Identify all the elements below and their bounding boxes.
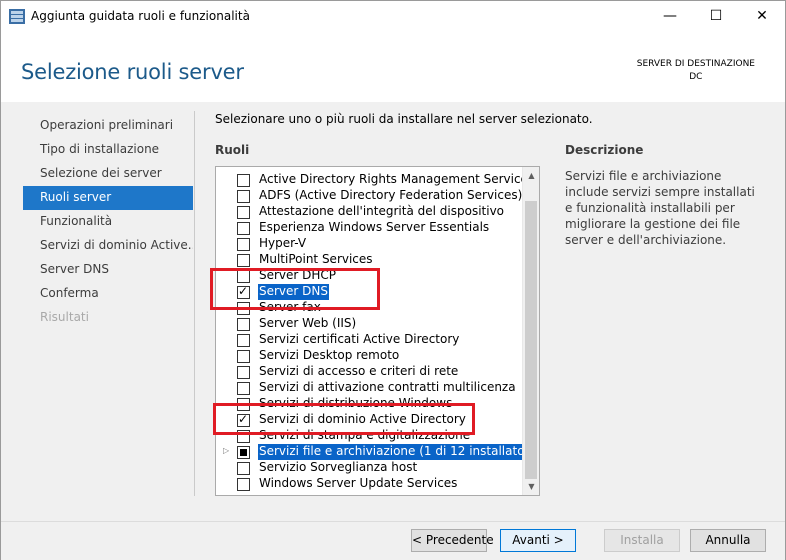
role-checkbox[interactable]	[237, 366, 250, 379]
highlight-server-dns	[210, 268, 380, 310]
description-text: Servizi file e archiviazione include ser…	[565, 169, 755, 247]
wizard-nav: Operazioni preliminari Tipo di installazi…	[23, 114, 193, 330]
role-label[interactable]: MultiPoint Services	[258, 252, 374, 268]
role-row[interactable]: Server Web (IIS)	[216, 316, 522, 332]
roles-list-box[interactable]: Active Directory Rights Management Servi…	[215, 166, 540, 496]
highlight-ad-ds	[213, 403, 475, 435]
role-row[interactable]: Servizi certificati Active Directory	[216, 332, 522, 348]
role-label[interactable]: ADFS (Active Directory Federation Servic…	[258, 188, 523, 204]
role-label[interactable]: Servizio Sorveglianza host	[258, 460, 418, 476]
nav-divider	[194, 111, 195, 496]
nav-item[interactable]: Servizi di dominio Active...	[23, 234, 193, 258]
wizard-window: Aggiunta guidata ruoli e funzionalità — …	[0, 0, 786, 560]
minimize-icon: —	[663, 8, 677, 24]
role-row[interactable]: Hyper-V	[216, 236, 522, 252]
nav-item[interactable]: Funzionalità	[23, 210, 193, 234]
role-row[interactable]: Servizio Sorveglianza host	[216, 460, 522, 476]
minimize-button[interactable]: —	[647, 1, 693, 31]
role-checkbox[interactable]	[237, 238, 250, 251]
role-checkbox[interactable]	[237, 478, 250, 491]
role-label[interactable]: Esperienza Windows Server Essentials	[258, 220, 490, 236]
role-row[interactable]: Servizi Desktop remoto	[216, 348, 522, 364]
cancel-button[interactable]: Annulla	[690, 529, 766, 552]
role-label[interactable]: Active Directory Rights Management Servi…	[258, 172, 535, 188]
next-button[interactable]: Avanti >	[500, 529, 576, 552]
install-button[interactable]: Installa	[604, 529, 680, 552]
role-checkbox[interactable]	[237, 222, 250, 235]
scroll-down-icon[interactable]: ▼	[523, 478, 539, 495]
role-checkbox[interactable]	[237, 318, 250, 331]
role-row[interactable]: Windows Server Update Services	[216, 476, 522, 492]
close-button[interactable]: ✕	[739, 1, 785, 31]
page-title: Selezione ruoli server	[21, 60, 244, 84]
role-checkbox[interactable]	[237, 190, 250, 203]
role-checkbox[interactable]	[237, 254, 250, 267]
destination-server-label: SERVER DI DESTINAZIONE	[636, 59, 755, 69]
nav-item[interactable]: Selezione dei server	[23, 162, 193, 186]
role-row[interactable]: Active Directory Rights Management Servi…	[216, 172, 534, 188]
title-bar[interactable]: Aggiunta guidata ruoli e funzionalità — …	[1, 1, 785, 32]
wizard-footer: < Precedente Avanti > Installa Annulla	[1, 521, 785, 560]
nav-item[interactable]: Ruoli server	[23, 186, 193, 210]
role-row[interactable]: Attestazione dell'integrità del disposit…	[216, 204, 522, 220]
role-row[interactable]: Esperienza Windows Server Essentials	[216, 220, 522, 236]
nav-item[interactable]: Server DNS	[23, 258, 193, 282]
role-row[interactable]: ADFS (Active Directory Federation Servic…	[216, 188, 522, 204]
wizard-header: Selezione ruoli server SERVER DI DESTINA…	[1, 32, 785, 102]
role-row[interactable]: Servizi di accesso e criteri di rete	[216, 364, 522, 380]
nav-item: Risultati	[40, 310, 89, 324]
destination-server-value: DC	[689, 72, 703, 82]
roles-list: Active Directory Rights Management Servi…	[216, 172, 538, 492]
maximize-icon: ☐	[709, 8, 723, 24]
role-row[interactable]: ▷ Servizi file e archiviazione (1 di 12 i…	[216, 444, 538, 460]
nav-item[interactable]: Tipo di installazione	[23, 138, 193, 162]
role-label[interactable]: Attestazione dell'integrità del disposit…	[258, 204, 505, 220]
expand-icon[interactable]: ▷	[223, 446, 231, 455]
destination-server: SERVER DI DESTINAZIONE DC	[637, 58, 755, 84]
role-checkbox[interactable]	[237, 350, 250, 363]
description-heading: Descrizione	[565, 143, 644, 157]
role-label[interactable]: Servizi file e archiviazione (1 di 12 in…	[258, 444, 538, 460]
role-row[interactable]: Servizi di attivazione contratti multili…	[216, 380, 522, 396]
nav-item[interactable]: Operazioni preliminari	[23, 114, 193, 138]
role-label[interactable]: Servizi certificati Active Directory	[258, 332, 460, 348]
maximize-button[interactable]: ☐	[693, 1, 739, 31]
role-checkbox[interactable]	[237, 334, 250, 347]
role-label[interactable]: Servizi di attivazione contratti multili…	[258, 380, 517, 396]
role-label[interactable]: Servizi di accesso e criteri di rete	[258, 364, 459, 380]
scroll-thumb[interactable]	[525, 201, 537, 479]
roles-scrollbar[interactable]: ▲ ▼	[522, 167, 539, 495]
role-label[interactable]: Windows Server Update Services	[258, 476, 458, 492]
close-icon: ✕	[756, 8, 768, 24]
roles-heading: Ruoli	[215, 143, 250, 157]
role-label[interactable]: Server Web (IIS)	[258, 316, 357, 332]
role-row[interactable]: MultiPoint Services	[216, 252, 522, 268]
role-checkbox[interactable]	[237, 206, 250, 219]
instruction-text: Selezionare uno o più ruoli da installar…	[215, 112, 593, 126]
scroll-up-icon[interactable]: ▲	[523, 167, 539, 184]
role-checkbox[interactable]	[237, 446, 250, 459]
role-label[interactable]: Servizi Desktop remoto	[258, 348, 400, 364]
role-checkbox[interactable]	[237, 382, 250, 395]
role-checkbox[interactable]	[237, 462, 250, 475]
previous-button[interactable]: < Precedente	[411, 529, 494, 552]
window-title: Aggiunta guidata ruoli e funzionalità	[31, 9, 250, 23]
nav-item[interactable]: Conferma	[23, 282, 193, 306]
server-manager-icon	[9, 9, 25, 24]
role-checkbox[interactable]	[237, 174, 250, 187]
role-label[interactable]: Hyper-V	[258, 236, 307, 252]
